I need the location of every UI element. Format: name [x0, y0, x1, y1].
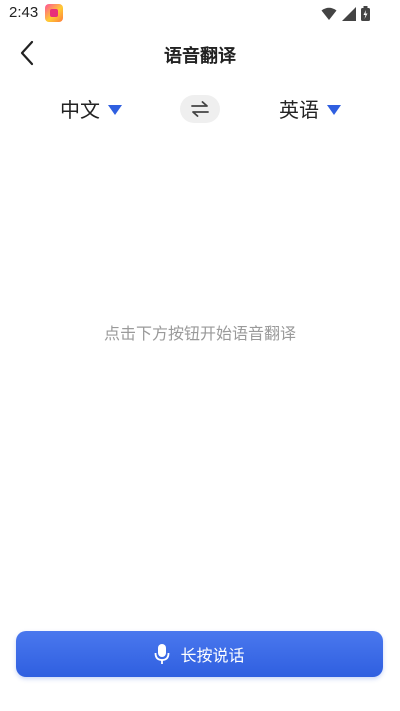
status-icons [321, 6, 370, 21]
page-title: 语音翻译 [164, 46, 236, 67]
source-language-label: 中文 [60, 98, 100, 122]
battery-icon [361, 6, 370, 21]
caret-down-icon [108, 104, 122, 115]
target-language-label: 英语 [279, 98, 319, 122]
microphone-icon [155, 644, 170, 664]
target-language-select[interactable]: 英语 [279, 94, 341, 123]
source-language-select[interactable]: 中文 [60, 94, 122, 123]
language-selector-row: 中文 英语 [0, 88, 400, 132]
wifi-icon [321, 7, 337, 20]
status-time: 2:43 [9, 4, 39, 21]
swap-arrows-icon [191, 101, 209, 117]
hold-to-talk-button[interactable]: 长按说话 [16, 631, 383, 677]
signal-icon [342, 6, 356, 21]
hold-to-talk-label: 长按说话 [180, 646, 245, 665]
caret-down-icon [327, 104, 341, 115]
swap-languages-button[interactable] [180, 95, 220, 123]
app-notification-icon [45, 4, 63, 22]
empty-state-hint: 点击下方按钮开始语音翻译 [103, 324, 296, 343]
nav-bar: 语音翻译 [0, 28, 400, 78]
status-bar: 2:43 [0, 0, 400, 28]
